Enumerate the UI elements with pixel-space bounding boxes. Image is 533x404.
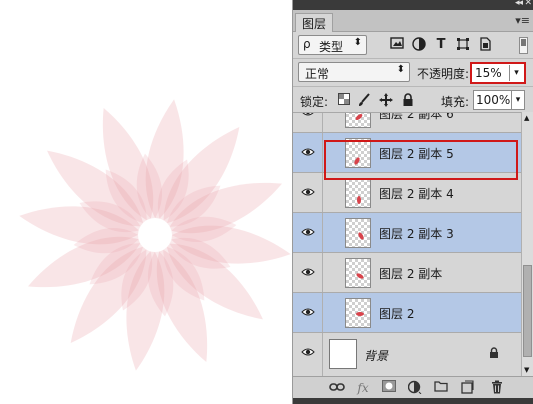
search-icon: ρ	[303, 37, 311, 51]
link-layers-icon[interactable]	[329, 380, 345, 396]
visibility-eye-icon[interactable]	[293, 213, 323, 252]
scroll-down-icon[interactable]: ▼	[524, 366, 529, 374]
layer-thumbnail	[345, 178, 371, 208]
layer-row-layer-2[interactable]: 图层 2	[293, 293, 521, 333]
type-filter-icon[interactable]: T	[433, 37, 449, 53]
panel-title-bar[interactable]: ◂◂ ✕	[293, 0, 533, 10]
shape-filter-icon[interactable]	[455, 37, 471, 53]
add-mask-icon[interactable]	[381, 380, 397, 396]
lock-icon	[489, 347, 499, 362]
layer-row-copy-6[interactable]: 图层 2 副本 6	[293, 113, 521, 133]
panel-tab-row: 图层 ▾≡	[293, 10, 533, 32]
toggle-knob	[521, 39, 526, 46]
lock-transparent-pixels-icon[interactable]	[337, 93, 351, 107]
filter-kind-label: 类型	[319, 40, 344, 54]
lock-all-icon[interactable]	[401, 93, 415, 107]
new-layer-icon[interactable]	[459, 380, 475, 396]
layers-panel: ◂◂ ✕ 图层 ▾≡ ρ 类型 ⬍ T 正常 ⬍ 不透明度: 15% ▾ 锁定:…	[292, 0, 533, 404]
layers-scrollbar[interactable]: ▲ ▼	[521, 112, 533, 376]
smart-object-filter-icon[interactable]	[477, 37, 493, 53]
layer-filter-row: ρ 类型 ⬍ T	[293, 32, 533, 58]
layer-name[interactable]: 图层 2 副本 4	[379, 185, 454, 202]
layer-thumbnail	[345, 113, 371, 128]
layer-thumbnail	[345, 298, 371, 328]
layer-row-copy-3[interactable]: 图层 2 副本 3	[293, 213, 521, 253]
new-group-icon[interactable]	[433, 380, 449, 396]
collapse-panel-icon[interactable]: ◂◂	[515, 0, 523, 8]
opacity-dropdown-icon[interactable]: ▾	[509, 65, 523, 81]
layers-list: 图层 2 副本 6 图层 2 副本 5 图层 2 副本 4 图层 2 副本 3 …	[293, 112, 521, 376]
visibility-eye-icon[interactable]	[293, 333, 323, 376]
opacity-label: 不透明度:	[417, 67, 470, 81]
fx-icon[interactable]: fx	[355, 380, 371, 396]
blend-opacity-row: 正常 ⬍ 不透明度: 15% ▾	[293, 58, 533, 86]
layer-row-copy[interactable]: 图层 2 副本	[293, 253, 521, 293]
flower-center-hole	[138, 218, 172, 252]
blend-mode-select[interactable]: 正常 ⬍	[298, 62, 410, 82]
visibility-eye-icon[interactable]	[293, 253, 323, 292]
layer-name[interactable]: 图层 2 副本 3	[379, 225, 454, 242]
lock-position-move-icon[interactable]	[379, 93, 393, 107]
opacity-field-highlighted[interactable]: 15% ▾	[470, 62, 526, 84]
lock-fill-row: 锁定: 填充: 100% ▾	[293, 86, 533, 112]
layer-name[interactable]: 图层 2 副本 6	[379, 113, 454, 122]
close-panel-icon[interactable]: ✕	[524, 0, 532, 8]
scroll-up-icon[interactable]: ▲	[524, 114, 529, 122]
panel-menu-icon[interactable]: ▾≡	[515, 14, 530, 27]
select-arrows-icon: ⬍	[396, 64, 405, 75]
tab-layers[interactable]: 图层	[295, 13, 334, 32]
delete-layer-icon[interactable]	[489, 380, 505, 396]
layer-name[interactable]: 图层 2	[379, 305, 414, 322]
blend-mode-value: 正常	[305, 67, 330, 81]
layers-panel-footer: fx	[293, 376, 533, 398]
filter-kind-select[interactable]: ρ 类型 ⬍	[298, 35, 367, 55]
layer-name[interactable]: 背景	[364, 347, 388, 364]
lock-image-pixels-brush-icon[interactable]	[357, 93, 371, 107]
panel-bottom-bar	[293, 398, 533, 404]
layer-thumbnail	[345, 218, 371, 248]
background-thumbnail	[329, 339, 357, 369]
adjustment-layer-icon[interactable]	[407, 380, 423, 396]
lock-label: 锁定:	[300, 95, 329, 109]
fill-dropdown-icon[interactable]: ▾	[511, 91, 524, 109]
highlight-box-copy-5	[324, 140, 518, 180]
layer-thumbnail	[345, 258, 371, 288]
scrollbar-thumb[interactable]	[523, 265, 532, 357]
visibility-eye-icon[interactable]	[293, 173, 323, 212]
canvas-flower-artwork	[19, 99, 291, 371]
visibility-eye-icon[interactable]	[293, 113, 323, 132]
visibility-eye-icon[interactable]	[293, 293, 323, 332]
adjustment-filter-icon[interactable]	[411, 37, 427, 53]
fill-field[interactable]: 100% ▾	[473, 90, 525, 110]
fill-value[interactable]: 100%	[476, 93, 510, 107]
layer-row-background[interactable]: 背景	[293, 333, 521, 376]
opacity-value[interactable]: 15%	[475, 66, 502, 80]
filter-toggle-switch[interactable]	[519, 37, 528, 54]
fill-label: 填充:	[441, 95, 470, 109]
select-arrows-icon: ⬍	[353, 37, 362, 48]
visibility-eye-icon[interactable]	[293, 133, 323, 172]
image-filter-icon[interactable]	[389, 37, 405, 53]
layer-name[interactable]: 图层 2 副本	[379, 265, 442, 282]
